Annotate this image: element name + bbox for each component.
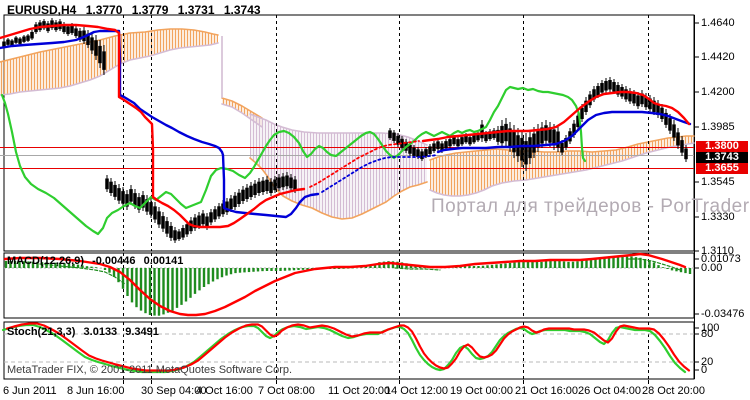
time-axis-label: 14 Oct 12:00 — [385, 385, 448, 397]
macd-value1: -0.00446 — [92, 255, 136, 267]
time-axis-label: 8 Jun 16:00 — [67, 385, 125, 397]
axis-scale-label: 1.4200 — [701, 86, 735, 98]
stoch-name: Stoch(21,3,3) — [7, 326, 76, 338]
metatrader-chart-window: EURUSD,H4 1.3770 1.3779 1.3731 1.3743 MA… — [0, 0, 750, 400]
axis-scale-label: 1.3985 — [701, 121, 735, 133]
close-value: 1.3743 — [223, 3, 261, 17]
high-value: 1.3779 — [131, 3, 169, 17]
time-axis-label: 21 Oct 16:00 — [515, 385, 578, 397]
stoch-value1: 3.0133 — [83, 326, 118, 338]
macd-name: MACD(12,26,9) — [7, 255, 85, 267]
copyright-text: MetaTrader FIX, © 2001-2011 MetaQuotes S… — [7, 364, 293, 376]
axis-scale-label: 1.3330 — [701, 211, 735, 223]
time-axis-label: 19 Oct 00:00 — [450, 385, 513, 397]
axis-scale-label: 1.4640 — [701, 17, 735, 29]
time-axis-label: 26 Oct 04:00 — [578, 385, 641, 397]
time-axis-label: 11 Oct 20:00 — [328, 385, 391, 397]
axis-scale-label: 0.00 — [701, 262, 723, 274]
low-value: 1.3731 — [177, 3, 215, 17]
axis-scale-label: 1.3545 — [701, 176, 735, 188]
stoch-indicator-label: Stoch(21,3,3) 3.0133 9.3491 — [7, 326, 164, 338]
time-axis-label: 6 Jun 2011 — [3, 385, 57, 397]
axis-scale-label: 0 — [701, 364, 708, 376]
chart-title: EURUSD,H4 1.3770 1.3779 1.3731 1.3743 — [7, 3, 267, 17]
time-axis-label: 7 Oct 08:00 — [258, 385, 315, 397]
stoch-value2: 9.3491 — [125, 326, 159, 338]
axis-scale-label: -0.03476 — [701, 308, 745, 320]
axis-scale-label: 1.4420 — [701, 51, 735, 63]
time-axis-label: 28 Oct 20:00 — [642, 385, 705, 397]
axis-scale-label: 80 — [701, 328, 714, 340]
price-badge: 1.3655 — [696, 163, 748, 174]
ichimoku-cloud — [0, 28, 219, 96]
open-value: 1.3770 — [85, 3, 123, 17]
symbol-period-label: EURUSD,H4 — [7, 3, 77, 17]
macd-indicator-label: MACD(12,26,9) -0.00446 0.00141 — [7, 255, 188, 267]
macd-value2: 0.00141 — [143, 255, 184, 267]
time-axis-label: 4 Oct 16:00 — [196, 385, 253, 397]
